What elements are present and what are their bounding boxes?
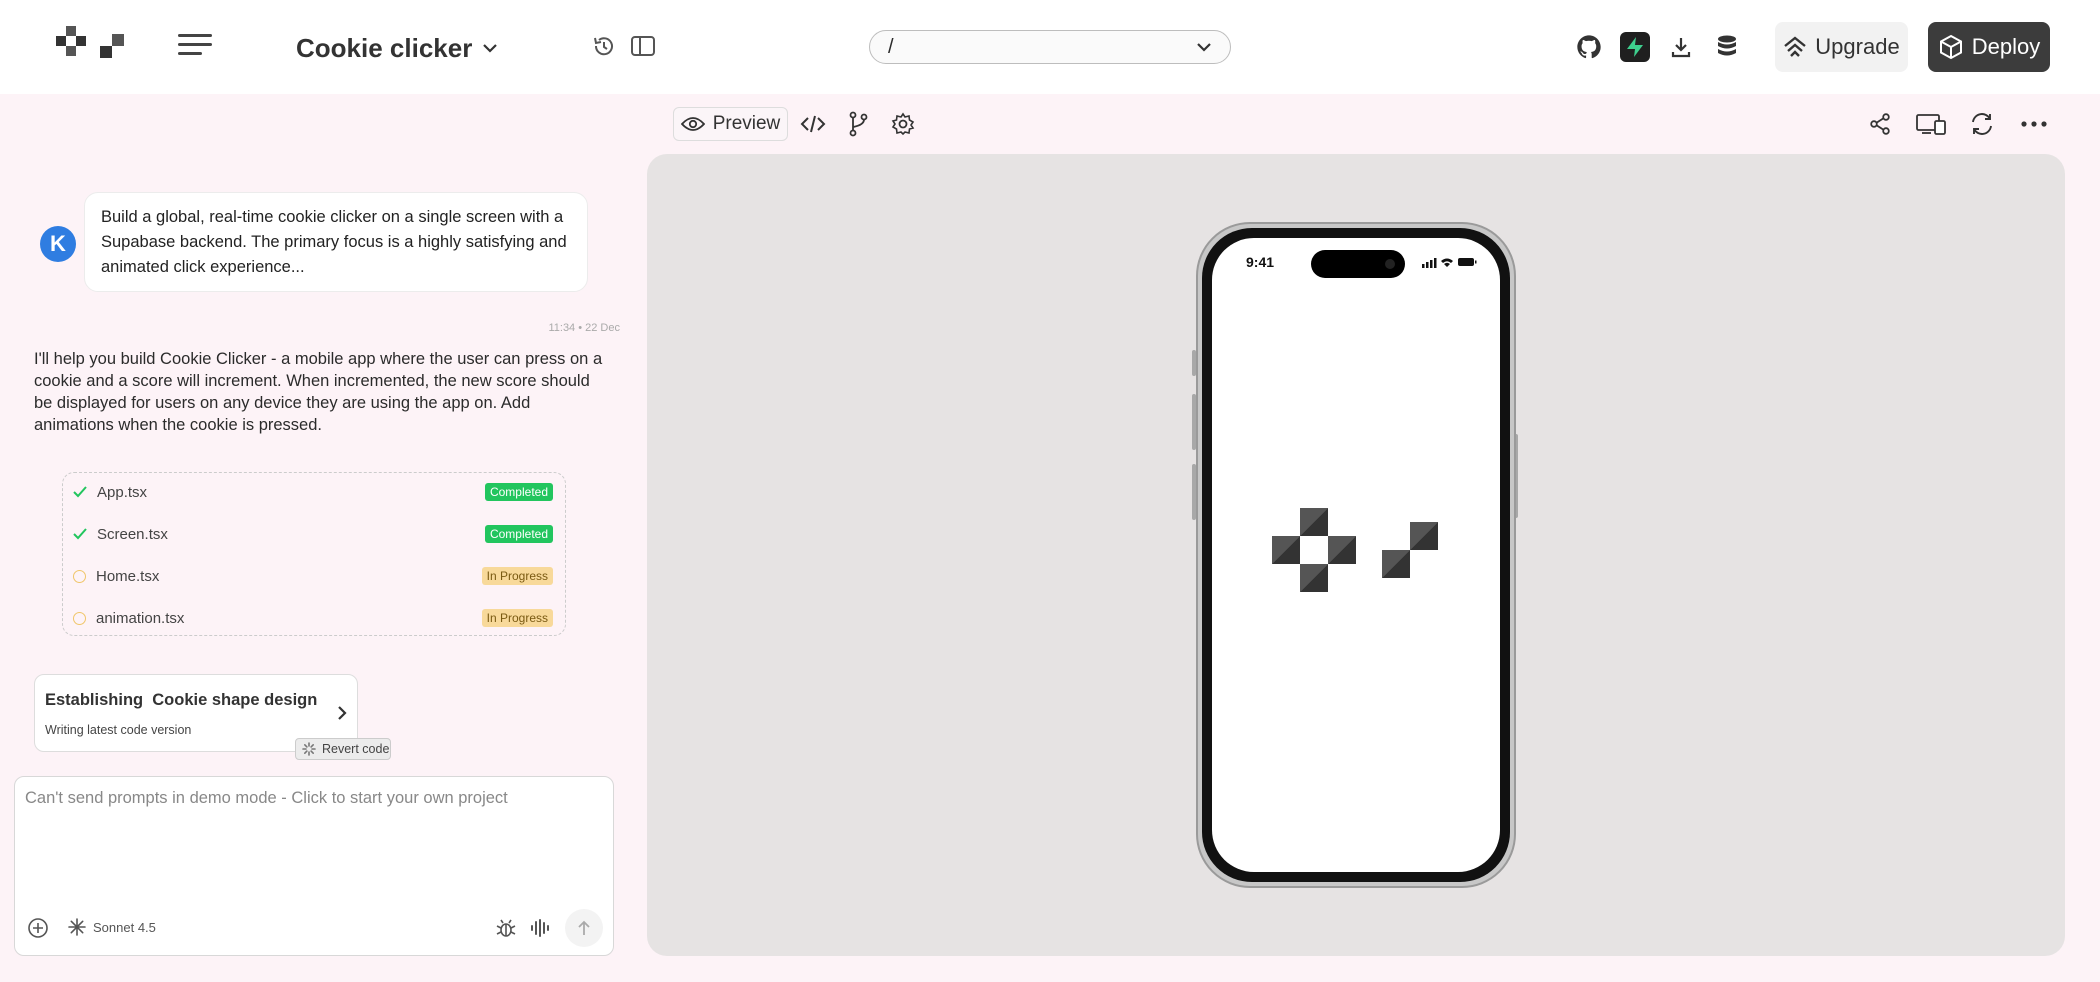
check-icon bbox=[73, 527, 87, 541]
deploy-label: Deploy bbox=[1971, 34, 2041, 59]
top-bar: Cookie clicker / Upgrade Deploy bbox=[0, 0, 2100, 94]
task-file: Home.tsx bbox=[96, 567, 160, 585]
path-select[interactable]: / bbox=[869, 30, 1231, 64]
phone-clock: 9:41 bbox=[1246, 254, 1275, 270]
status-badge: In Progress bbox=[481, 567, 553, 585]
pending-circle-icon bbox=[73, 569, 86, 583]
project-title-dropdown[interactable]: Cookie clicker bbox=[296, 28, 498, 68]
status-subtitle: Writing latest code version bbox=[45, 723, 192, 737]
hamburger-icon[interactable] bbox=[178, 34, 212, 60]
chevron-right-icon bbox=[338, 706, 347, 720]
code-icon[interactable] bbox=[799, 110, 827, 138]
git-branch-icon[interactable] bbox=[844, 110, 872, 138]
more-icon[interactable] bbox=[2020, 110, 2048, 138]
status-badge: Completed bbox=[484, 525, 553, 543]
share-icon[interactable] bbox=[1866, 110, 1894, 138]
status-bar-icons bbox=[1422, 258, 1477, 268]
send-button[interactable] bbox=[565, 909, 603, 947]
tab-preview[interactable]: Preview bbox=[673, 107, 788, 141]
task-file: animation.tsx bbox=[96, 609, 185, 627]
task-item: animation.tsx In Progress bbox=[73, 605, 553, 631]
user-message: Build a global, real-time cookie clicker… bbox=[84, 192, 588, 292]
status-badge: Completed bbox=[484, 483, 553, 501]
chevron-down-icon bbox=[1197, 43, 1211, 52]
status-badge: In Progress bbox=[481, 609, 553, 627]
pending-circle-icon bbox=[73, 611, 86, 625]
task-item: Home.tsx In Progress bbox=[73, 563, 553, 589]
upgrade-icon bbox=[1784, 36, 1807, 57]
avatar: K bbox=[40, 226, 76, 262]
path-value: / bbox=[888, 35, 894, 58]
database-icon[interactable] bbox=[1712, 32, 1742, 62]
task-file: Screen.tsx bbox=[97, 525, 168, 543]
check-icon bbox=[73, 485, 87, 499]
prompt-input[interactable] bbox=[25, 789, 595, 879]
deploy-button[interactable]: Deploy bbox=[1928, 22, 2050, 72]
prompt-box: Sonnet 4.5 bbox=[14, 776, 614, 956]
status-title: Establishing Cookie shape design bbox=[45, 691, 318, 709]
assistant-message: I'll help you build Cookie Clicker - a m… bbox=[34, 350, 603, 434]
eye-icon bbox=[680, 117, 705, 131]
task-file: App.tsx bbox=[97, 483, 148, 501]
history-icon[interactable] bbox=[590, 32, 618, 60]
chevron-down-icon bbox=[483, 44, 498, 53]
upgrade-label: Upgrade bbox=[1815, 34, 1900, 59]
dynamic-island bbox=[1311, 250, 1405, 278]
message-timestamp: 11:34 • 22 Dec bbox=[548, 322, 620, 334]
plus-icon[interactable] bbox=[27, 917, 49, 939]
arrow-up-icon bbox=[578, 920, 590, 935]
spinner-icon bbox=[302, 742, 316, 756]
github-icon[interactable] bbox=[1574, 32, 1604, 62]
revert-code-button[interactable]: Revert code bbox=[295, 738, 391, 760]
refresh-icon[interactable] bbox=[1968, 110, 1996, 138]
download-icon[interactable] bbox=[1666, 32, 1696, 62]
bug-icon[interactable] bbox=[495, 917, 517, 939]
sparkle-icon bbox=[68, 918, 86, 936]
preview-tab-label: Preview bbox=[712, 113, 781, 134]
project-title: Cookie clicker bbox=[296, 32, 473, 63]
model-name: Sonnet 4.5 bbox=[93, 919, 156, 935]
app-logo-icon[interactable] bbox=[56, 26, 140, 66]
revert-label: Revert code bbox=[322, 742, 390, 756]
settings-icon[interactable] bbox=[889, 110, 917, 138]
app-logo-icon[interactable] bbox=[1272, 508, 1440, 592]
sidebar-panel-icon[interactable] bbox=[628, 32, 658, 60]
model-selector[interactable]: Sonnet 4.5 bbox=[67, 917, 156, 937]
task-item: App.tsx Completed bbox=[73, 479, 553, 505]
supabase-icon[interactable] bbox=[1620, 32, 1650, 62]
device-icon[interactable] bbox=[1914, 110, 1948, 138]
task-list: App.tsx Completed Screen.tsx Completed H… bbox=[62, 472, 566, 636]
deploy-box-icon bbox=[1939, 34, 1962, 60]
task-item: Screen.tsx Completed bbox=[73, 521, 553, 547]
waveform-icon[interactable] bbox=[529, 917, 551, 939]
upgrade-button[interactable]: Upgrade bbox=[1775, 22, 1908, 72]
